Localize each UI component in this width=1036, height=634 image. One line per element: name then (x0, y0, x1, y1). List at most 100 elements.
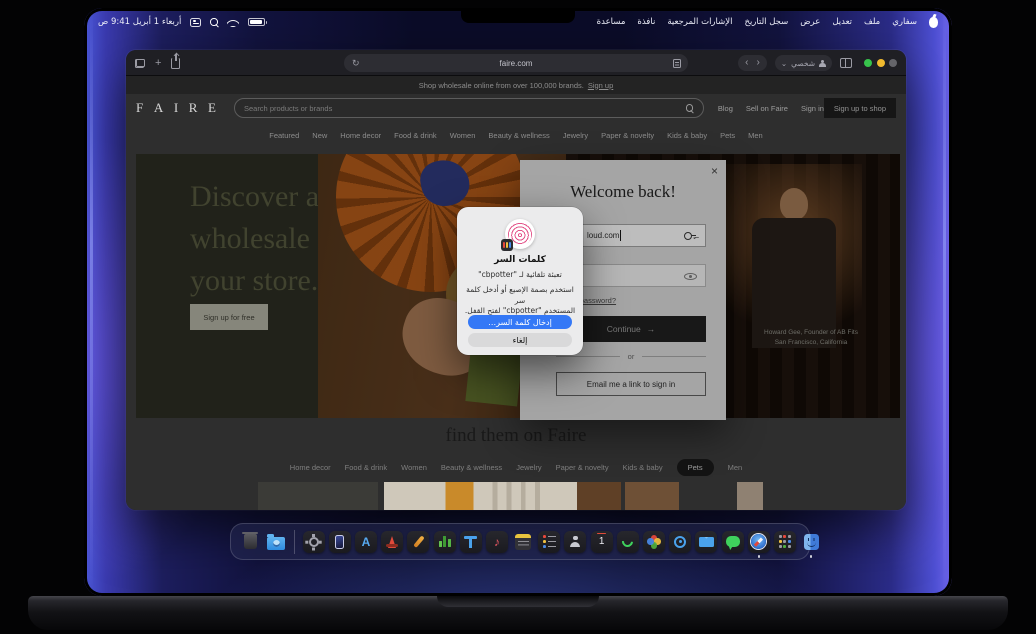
password-key-icon[interactable]: ⌄ (684, 231, 698, 241)
menu-history[interactable]: سجل التاريخ (744, 17, 788, 27)
sidebar-toggle-icon[interactable] (840, 58, 852, 68)
pill-jewelry[interactable]: Jewelry (516, 463, 541, 472)
product-thumb[interactable] (577, 482, 621, 510)
search-input[interactable]: Search products or brands (233, 98, 704, 118)
share-icon[interactable] (171, 53, 181, 69)
nav-beauty[interactable]: Beauty & wellness (488, 131, 549, 140)
calendar-app-icon[interactable]: 1 (590, 530, 613, 553)
forward-icon[interactable]: › (756, 58, 759, 68)
address-bar[interactable]: ↻ faire.com (344, 54, 688, 72)
nav-food-drink[interactable]: Food & drink (394, 131, 437, 140)
promo-banner: Shop wholesale online from over 100,000 … (126, 76, 906, 94)
numbers-app-icon[interactable] (433, 530, 456, 553)
faire-logo[interactable]: F A I R E (136, 100, 220, 116)
apple-menu-icon[interactable] (929, 16, 938, 28)
reader-icon[interactable] (673, 58, 681, 68)
nav-new[interactable]: New (312, 131, 327, 140)
nav-featured[interactable]: Featured (269, 131, 299, 140)
rocket-app-icon[interactable] (381, 530, 404, 553)
pill-kids[interactable]: Kids & baby (623, 463, 663, 472)
pages-app-icon[interactable] (407, 530, 430, 553)
cancel-button[interactable]: إلغاء (468, 333, 572, 347)
menu-safari[interactable]: سفاري (892, 17, 917, 27)
notes-app-icon[interactable] (512, 531, 534, 553)
nav-pets[interactable]: Pets (720, 131, 735, 140)
contacts-app-icon[interactable] (564, 530, 587, 553)
pill-food-drink[interactable]: Food & drink (345, 463, 388, 472)
close-icon[interactable]: × (711, 164, 718, 178)
nav-jewelry[interactable]: Jewelry (563, 131, 588, 140)
clock[interactable]: أربعاء 1 أبريل 9:41 ص (98, 17, 181, 27)
laptop-display: أربعاء 1 أبريل 9:41 ص سفاري ملف تعديل عر… (84, 8, 952, 596)
iphone-mirroring-app-icon[interactable] (328, 530, 351, 553)
menu-bar-menus: سفاري ملف تعديل عرض سجل التاريخ الإشارات… (597, 16, 938, 28)
close-window-button[interactable] (889, 59, 897, 67)
control-center-icon[interactable] (190, 17, 202, 27)
photos-app-icon[interactable] (643, 530, 665, 553)
promo-text: Shop wholesale online from over 100,000 … (418, 80, 584, 90)
reload-icon[interactable]: ↻ (352, 58, 360, 69)
downloads-folder-icon[interactable] (265, 531, 287, 553)
minimize-window-button[interactable] (876, 59, 885, 67)
email-link-button[interactable]: Email me a link to sign in (556, 372, 706, 396)
pill-pets-selected[interactable]: Pets (676, 458, 714, 476)
pill-women[interactable]: Women (401, 463, 427, 472)
product-thumb[interactable] (737, 482, 763, 510)
pill-beauty[interactable]: Beauty & wellness (441, 463, 502, 472)
trash-icon[interactable] (239, 531, 261, 553)
show-password-eye-icon[interactable] (684, 273, 697, 280)
menu-view[interactable]: عرض (800, 17, 820, 27)
sign-in-link[interactable]: Sign in (801, 104, 824, 113)
app-store-app-icon[interactable]: A (354, 530, 377, 553)
pill-paper[interactable]: Paper & novelty (556, 463, 609, 472)
pill-men[interactable]: Men (728, 463, 743, 472)
blog-link[interactable]: Blog (718, 104, 733, 113)
finder-app-icon[interactable] (800, 531, 822, 558)
sell-on-faire-link[interactable]: Sell on Faire (746, 104, 788, 113)
nav-women[interactable]: Women (450, 131, 476, 140)
keynote-app-icon[interactable] (459, 530, 482, 553)
menu-bookmarks[interactable]: الإشارات المرجعية (667, 17, 732, 27)
menu-window[interactable]: نافذة (637, 17, 655, 27)
product-thumb[interactable] (258, 482, 378, 510)
sign-up-to-shop-button[interactable]: Sign up to shop (823, 98, 896, 118)
messages-app-icon[interactable] (721, 530, 744, 553)
nav-kids[interactable]: Kids & baby (667, 131, 707, 140)
tab-overview-icon[interactable] (135, 58, 145, 68)
chevron-down-icon: ⌄ (780, 58, 788, 68)
running-indicator (757, 555, 760, 558)
menu-help[interactable]: مساعدة (597, 17, 626, 27)
music-app-icon[interactable]: ♪ (485, 530, 508, 553)
safari-app-icon[interactable] (747, 530, 770, 558)
dock: A ♪ 1 (230, 523, 819, 560)
pill-home-decor[interactable]: Home decor (290, 463, 331, 472)
person-icon (819, 59, 826, 67)
launchpad-app-icon[interactable] (773, 530, 796, 553)
sign-up-free-button[interactable]: Sign up for free (190, 304, 268, 330)
profile-chip[interactable]: ⌄ شخصي (774, 55, 832, 71)
bottom-category-nav: Home decor Food & drink Women Beauty & w… (126, 454, 906, 480)
nav-men[interactable]: Men (748, 131, 763, 140)
wallpaper-streak (943, 8, 946, 596)
reminders-app-icon[interactable] (538, 530, 561, 553)
text-caret (620, 230, 622, 241)
wifi-icon[interactable] (227, 18, 240, 27)
new-tab-icon[interactable]: + (155, 57, 161, 69)
nav-home-decor[interactable]: Home decor (340, 131, 381, 140)
nav-paper[interactable]: Paper & novelty (601, 131, 654, 140)
enter-password-button[interactable]: إدخال كلمة السر… (468, 315, 572, 329)
window-controls (864, 59, 897, 67)
menu-file[interactable]: ملف (864, 17, 880, 27)
phone-app-icon[interactable] (616, 530, 639, 553)
system-settings-app-icon[interactable] (302, 530, 325, 553)
promo-signup-link[interactable]: Sign up (588, 81, 613, 90)
back-icon[interactable]: ‹ (745, 58, 748, 68)
spotlight-icon[interactable] (210, 18, 218, 26)
zoom-window-button[interactable] (864, 59, 872, 67)
search-icon[interactable] (685, 104, 694, 112)
find-my-app-icon[interactable] (669, 530, 692, 553)
product-thumb[interactable] (625, 482, 679, 510)
mail-app-icon[interactable] (695, 530, 718, 553)
menu-edit[interactable]: تعديل (832, 17, 852, 27)
battery-icon[interactable] (248, 18, 268, 26)
